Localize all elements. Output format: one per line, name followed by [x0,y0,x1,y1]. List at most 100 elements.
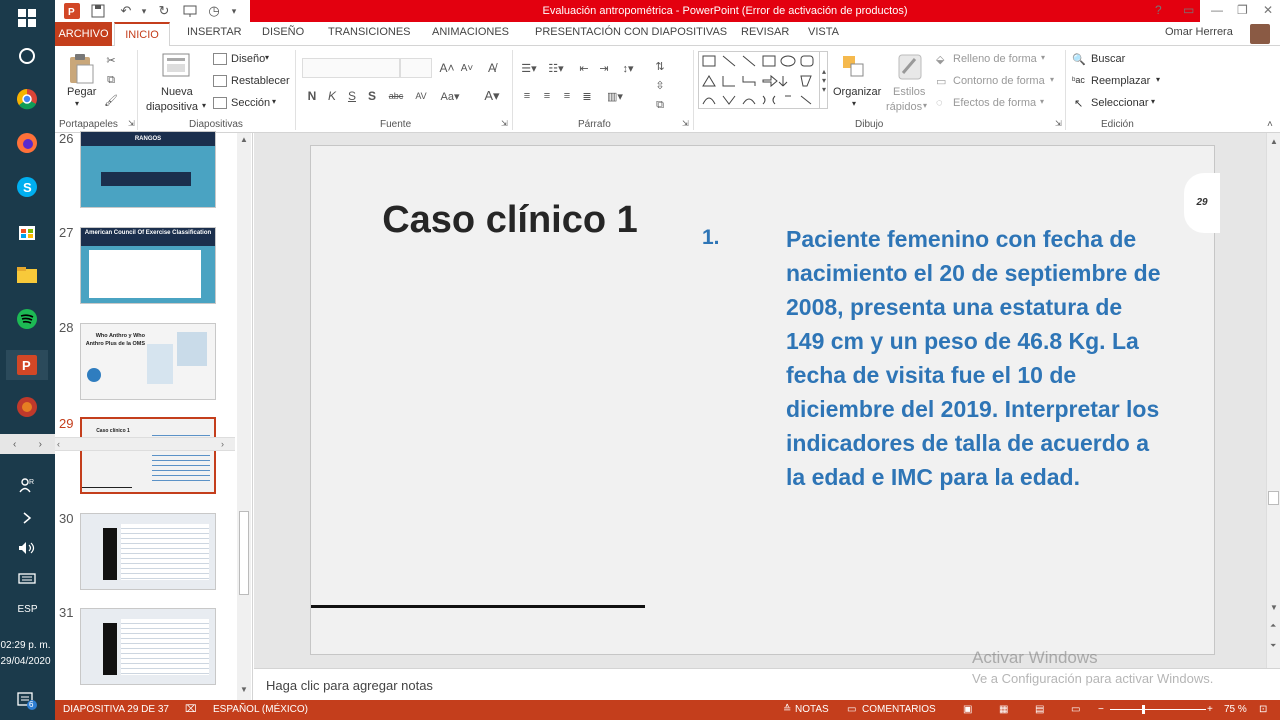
shadow-icon[interactable]: S [365,86,379,106]
tab-diseno[interactable]: DISEÑO [262,26,304,38]
app-glove-icon[interactable] [14,394,40,420]
scroll-left-icon[interactable]: ‹ [57,439,60,449]
font-size-select[interactable] [400,58,432,78]
undo-icon[interactable]: ↶ [117,2,135,20]
fit-to-window-icon[interactable]: ⊡ [1259,704,1267,715]
fill-icon[interactable]: ⬙ [936,53,944,66]
editor-scrollbar[interactable]: ▲ ▼ ⏶ ⏷ [1266,133,1280,668]
section-button[interactable]: Sección [231,97,270,109]
customize-qat-icon[interactable]: ▾ [225,2,243,20]
clock-date[interactable]: 29/04/2020 [0,656,53,667]
find-button[interactable]: Buscar [1091,53,1125,65]
input-language[interactable]: ESP [0,604,55,615]
scroll-up-icon[interactable]: ▲ [240,135,248,144]
windows-start-icon[interactable] [14,5,40,31]
section-dropdown-icon[interactable]: ▾ [272,97,276,106]
font-color-icon[interactable]: A▾ [481,86,503,106]
tab-presentacion[interactable]: PRESENTACIÓN CON DIAPOSITIVAS [535,26,727,38]
section-icon[interactable] [213,97,227,109]
scroll-down-icon[interactable]: ▼ [240,685,248,694]
zoom-slider[interactable] [1110,709,1206,710]
text-direction-icon[interactable]: ⇅ [651,56,669,76]
slide-thumbnail-26[interactable]: RANGOS [80,131,216,208]
new-slide-label-2[interactable]: diapositiva [146,101,198,113]
outline-icon[interactable]: ▭ [936,75,946,88]
select-dropdown-icon[interactable]: ▾ [1151,97,1155,106]
new-slide-dropdown-icon[interactable]: ▾ [202,101,206,110]
next-slide-icon[interactable]: ⏷ [1270,641,1276,651]
numbering-icon[interactable]: ☷▾ [545,58,567,78]
select-icon[interactable]: ↖ [1074,97,1083,110]
maximize-icon[interactable]: ❐ [1237,3,1248,17]
zoom-out-icon[interactable]: − [1098,704,1104,715]
comments-icon[interactable]: ▭ [847,704,856,715]
quick-styles-label-1[interactable]: Estilos [893,86,925,98]
tab-revisar[interactable]: REVISAR [741,26,789,38]
shapes-gallery[interactable] [698,51,828,109]
slide-canvas[interactable]: Caso clínico 1 1. Paciente femenino con … [310,145,1215,655]
fuente-launcher-icon[interactable]: ⇲ [501,119,508,128]
slide-thumbnail-29[interactable]: Caso clínico 1 [80,417,216,494]
bold-icon[interactable]: N [305,86,319,106]
timer-icon[interactable]: ◷ [205,2,223,20]
italic-icon[interactable]: K [325,86,339,106]
line-spacing-icon[interactable]: ↕▾ [617,58,639,78]
shape-fill-dropdown-icon[interactable]: ▾ [1041,53,1045,62]
zoom-level[interactable]: 75 % [1224,704,1247,715]
slideshow-icon[interactable]: ▭ [1071,704,1080,715]
clear-format-icon[interactable]: A̸ [483,58,501,78]
help-icon[interactable]: ? [1155,3,1162,17]
paste-label[interactable]: Pegar [67,86,96,98]
language-status[interactable]: ESPAÑOL (MÉXICO) [213,704,308,715]
save-icon[interactable] [89,2,107,20]
collapse-ribbon-icon[interactable]: ˄ [1267,119,1273,130]
replace-dropdown-icon[interactable]: ▾ [1156,75,1160,84]
redo-icon[interactable]: ↻ [155,2,173,20]
scroll-thumb[interactable] [1268,491,1279,505]
powerpoint-icon[interactable]: P [6,350,48,380]
char-spacing-icon[interactable]: AV [410,86,432,106]
replace-icon[interactable]: ᵇac [1072,75,1085,85]
firefox-icon[interactable] [14,130,40,156]
slide-thumbnail-30[interactable] [80,513,216,590]
notes-placeholder[interactable]: Haga clic para agregar notas [266,678,433,693]
close-icon[interactable]: ✕ [1263,3,1273,17]
shape-effects-button[interactable]: Efectos de forma [953,97,1036,109]
parrafo-launcher-icon[interactable]: ⇲ [682,119,689,128]
layout-icon[interactable] [213,53,227,65]
font-family-select[interactable] [302,58,400,78]
store-icon[interactable] [14,218,40,244]
slide-body-text[interactable]: Paciente femenino con fecha de nacimient… [786,222,1166,494]
bullets-icon[interactable]: ☰▾ [518,58,540,78]
scroll-thumb[interactable] [239,511,249,595]
clock-time[interactable]: 02:29 p. m. [0,640,53,651]
slide-title[interactable]: Caso clínico 1 [371,196,649,244]
scroll-down-icon[interactable]: ▼ [1270,603,1278,612]
tab-inicio[interactable]: INICIO [114,22,170,47]
select-button[interactable]: Seleccionar [1091,97,1148,109]
justify-icon[interactable]: ≣ [578,86,596,106]
shapes-more-icon[interactable]: ▴ ▾ ▾ [819,51,828,109]
avatar[interactable] [1250,24,1270,44]
thumbnails-hscrollbar[interactable]: ‹ › [55,437,235,451]
ribbon-display-icon[interactable]: ▭ [1183,3,1194,17]
previous-slide-icon[interactable]: ⏶ [1270,621,1276,631]
minimize-icon[interactable]: — [1211,3,1223,17]
new-slide-icon[interactable] [159,50,193,80]
notifications-icon[interactable]: 6 [14,688,40,714]
search-circle-icon[interactable] [14,43,40,69]
thumbnails-scrollbar[interactable]: ▲ ▼ [237,133,251,700]
scroll-up-icon[interactable]: ▲ [1270,137,1278,146]
replace-button[interactable]: Reemplazar [1091,75,1150,87]
user-name[interactable]: Omar Herrera [1165,26,1233,38]
arrange-button[interactable]: Organizar [833,86,881,98]
tab-vista[interactable]: VISTA [808,26,839,38]
volume-icon[interactable] [14,535,40,561]
portapapeles-launcher-icon[interactable]: ⇲ [128,119,135,128]
layout-button[interactable]: Diseño [231,53,265,65]
slide-thumbnail-31[interactable] [80,608,216,685]
shape-outline-button[interactable]: Contorno de forma [953,75,1045,87]
paste-icon[interactable] [65,52,97,86]
notes-toggle[interactable]: NOTAS [795,704,829,715]
keyboard-icon[interactable] [14,565,40,591]
